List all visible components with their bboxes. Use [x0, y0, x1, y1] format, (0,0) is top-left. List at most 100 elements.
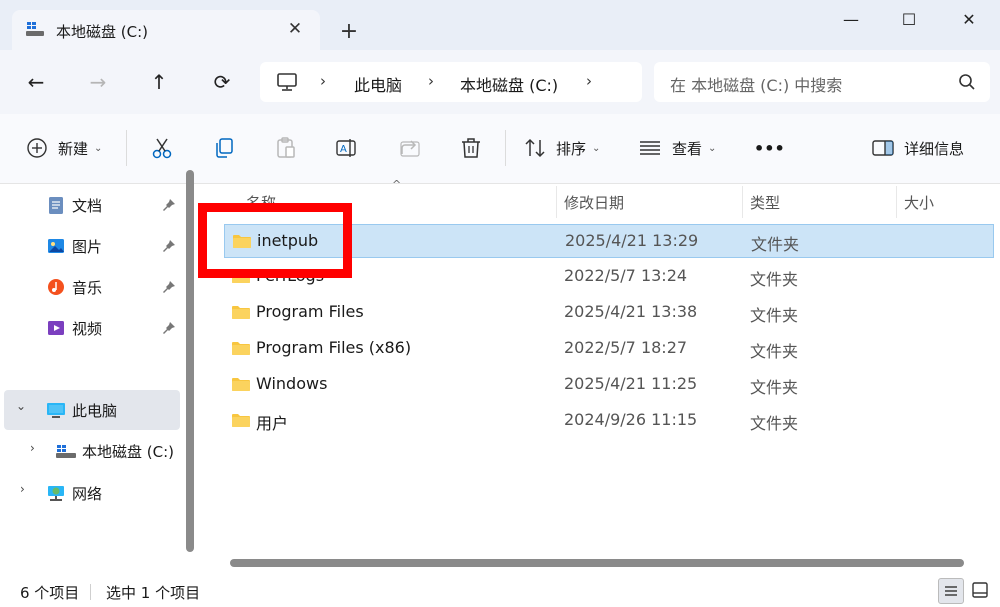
table-row[interactable]: Windows 2025/4/21 11:25 文件夹: [224, 368, 994, 402]
details-view-button[interactable]: [938, 578, 964, 604]
sort-label: 排序: [556, 139, 587, 158]
pin-icon[interactable]: [162, 280, 176, 294]
tab-close-button[interactable]: ✕: [284, 18, 306, 40]
share-icon: [400, 140, 420, 157]
svg-text:A: A: [340, 144, 347, 155]
sidebar-item-label: 图片: [72, 237, 103, 256]
trash-icon: [462, 138, 480, 158]
copy-icon: [216, 138, 233, 158]
minimize-button[interactable]: —: [828, 4, 874, 36]
file-type: 文件夹: [750, 306, 799, 325]
navigation-pane: 文档 图片 音乐 视频 ⌄ 此电脑 › 本地磁盘 (C:) › 网络: [0, 184, 200, 576]
file-name: Windows: [256, 374, 328, 393]
rename-button[interactable]: A: [335, 132, 359, 164]
pin-icon[interactable]: [162, 321, 176, 335]
pin-icon[interactable]: [162, 239, 176, 253]
sidebar-item-label: 音乐: [72, 278, 103, 297]
sidebar-item-local-disk[interactable]: 本地磁盘 (C:): [56, 432, 174, 470]
forward-button[interactable]: →: [80, 66, 116, 98]
column-divider[interactable]: [896, 186, 897, 218]
back-button[interactable]: ←: [18, 66, 54, 98]
view-label: 查看: [672, 139, 703, 158]
more-options-button[interactable]: •••: [754, 132, 785, 164]
file-name: Program Files: [256, 302, 364, 321]
column-header-date[interactable]: 修改日期: [564, 192, 624, 213]
highlight-annotation: [198, 203, 352, 278]
chevron-down-icon: ⌄: [592, 142, 601, 154]
sort-ascending-icon: ^: [392, 178, 402, 191]
tab-local-disk[interactable]: 本地磁盘 (C:) ✕: [12, 10, 320, 50]
details-view-icon: [945, 586, 957, 596]
maximize-button[interactable]: ☐: [886, 4, 932, 36]
file-date: 2025/4/21 13:29: [565, 231, 699, 250]
column-divider[interactable]: [742, 186, 743, 218]
sidebar-item-this-pc[interactable]: 此电脑: [46, 391, 117, 429]
new-button[interactable]: 新建 ⌄: [26, 132, 102, 164]
navigation-bar: ← → ↑ ⟳ › 此电脑 › 本地磁盘 (C:) › 在 本地磁盘 (C:) …: [0, 50, 1000, 114]
toolbar-divider: [126, 130, 127, 166]
delete-button[interactable]: [459, 132, 483, 164]
table-row[interactable]: Program Files 2025/4/21 13:38 文件夹: [224, 296, 994, 330]
address-chevron[interactable]: ›: [428, 72, 434, 90]
file-type: 文件夹: [750, 414, 799, 433]
rename-icon: A: [336, 139, 356, 157]
view-list-icon: [640, 141, 660, 155]
sidebar-item-pictures[interactable]: 图片: [46, 227, 102, 265]
sidebar-item-label: 此电脑: [72, 401, 118, 420]
tiles-view-button[interactable]: [968, 578, 994, 604]
item-count: 6 个项目: [20, 584, 80, 602]
share-button[interactable]: [398, 132, 422, 164]
details-pane-button[interactable]: 详细信息: [872, 132, 964, 164]
up-button[interactable]: ↑: [141, 66, 177, 98]
paste-button[interactable]: [274, 132, 298, 164]
chevron-right-icon[interactable]: ›: [30, 441, 35, 455]
folder-icon: [232, 414, 250, 427]
column-divider[interactable]: [556, 186, 557, 218]
selected-count: 选中 1 个项目: [106, 584, 201, 602]
search-input[interactable]: 在 本地磁盘 (C:) 中搜索: [670, 72, 842, 96]
address-chevron[interactable]: ›: [586, 72, 592, 90]
copy-button[interactable]: [212, 132, 236, 164]
chevron-down-icon[interactable]: ⌄: [16, 399, 26, 413]
new-tab-button[interactable]: +: [336, 20, 362, 46]
cut-button[interactable]: [150, 132, 174, 164]
sidebar-item-music[interactable]: 音乐: [46, 268, 102, 306]
refresh-button[interactable]: ⟳: [204, 66, 240, 98]
new-label: 新建: [58, 139, 89, 158]
address-chevron[interactable]: ›: [320, 72, 326, 90]
status-bar: 6 个项目 选中 1 个项目: [0, 576, 1000, 607]
file-date: 2024/9/26 11:15: [564, 410, 698, 429]
table-row[interactable]: 用户 2024/9/26 11:15 文件夹: [224, 404, 994, 438]
breadcrumb-this-pc[interactable]: 此电脑: [354, 72, 402, 96]
status-divider: [90, 584, 91, 600]
close-window-button[interactable]: ✕: [946, 4, 992, 36]
search-box[interactable]: 在 本地磁盘 (C:) 中搜索: [654, 62, 990, 102]
column-header-size[interactable]: 大小: [904, 192, 934, 213]
cut-icon: [152, 138, 172, 159]
more-icon: •••: [754, 138, 785, 158]
view-button[interactable]: 查看 ⌄: [638, 132, 716, 164]
chevron-right-icon[interactable]: ›: [20, 482, 25, 496]
breadcrumb-local-disk[interactable]: 本地磁盘 (C:): [460, 72, 558, 96]
file-type: 文件夹: [751, 235, 800, 254]
sidebar-item-label: 视频: [72, 319, 103, 338]
pin-icon[interactable]: [162, 198, 176, 212]
file-date: 2025/4/21 11:25: [564, 374, 698, 393]
address-bar[interactable]: › 此电脑 › 本地磁盘 (C:) ›: [260, 62, 642, 102]
sidebar-item-label: 本地磁盘 (C:): [82, 442, 174, 461]
column-header-type[interactable]: 类型: [750, 192, 780, 213]
sidebar-item-documents[interactable]: 文档: [46, 186, 102, 224]
table-row[interactable]: Program Files (x86) 2022/5/7 18:27 文件夹: [224, 332, 994, 366]
sort-button[interactable]: 排序 ⌄: [524, 132, 600, 164]
paste-icon: [277, 137, 295, 158]
sidebar-item-videos[interactable]: 视频: [46, 309, 102, 347]
title-bar: 本地磁盘 (C:) ✕ + — ☐ ✕: [0, 0, 1000, 50]
sidebar-scrollbar[interactable]: [186, 170, 194, 552]
sidebar-item-network[interactable]: 网络: [46, 474, 102, 512]
sort-icon: [525, 138, 545, 158]
search-icon: [959, 74, 975, 90]
horizontal-scrollbar[interactable]: [204, 556, 984, 570]
tiles-view-icon: [972, 582, 988, 598]
details-pane-icon: [872, 140, 894, 156]
horizontal-scrollbar-thumb[interactable]: [230, 559, 964, 567]
